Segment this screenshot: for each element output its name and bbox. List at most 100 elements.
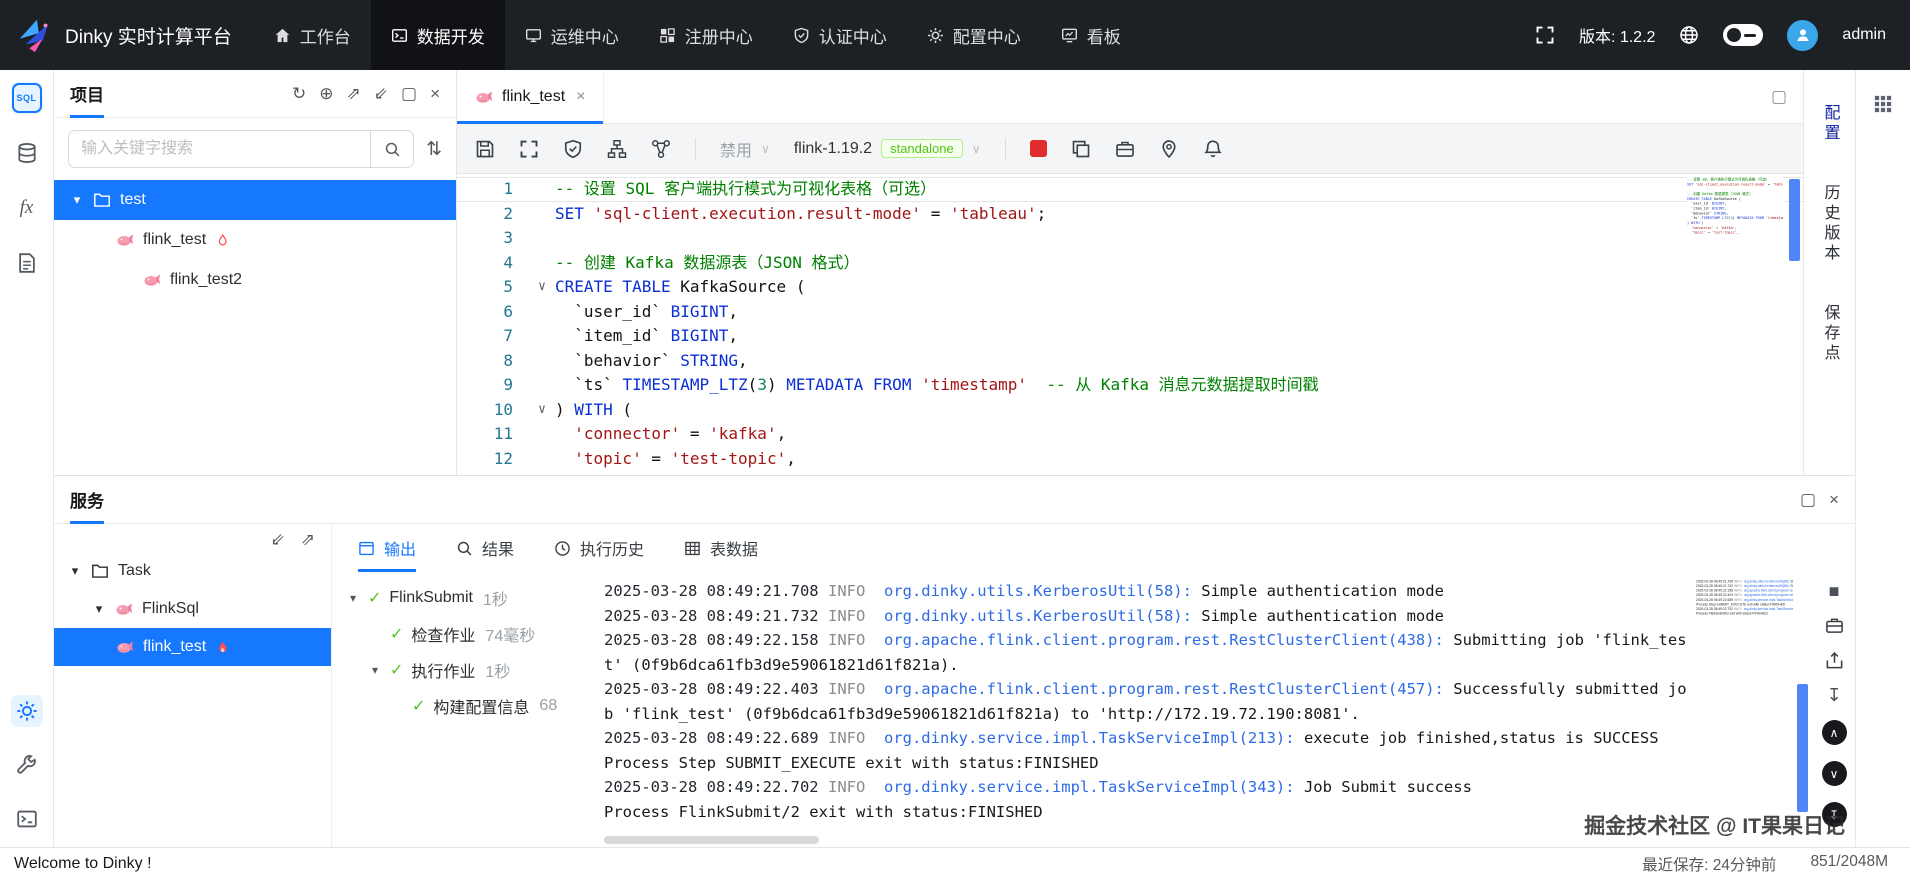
tab-execution-history[interactable]: 执行历史 — [554, 524, 644, 572]
rail-settings-icon[interactable] — [10, 695, 43, 727]
nav-item-data-studio[interactable]: 数据开发 — [370, 0, 505, 70]
step-row[interactable]: ▾ ✓ FlinkSubmit 1秒 — [346, 580, 594, 616]
savepoint-pin-icon[interactable] — [1159, 139, 1179, 159]
fullscreen-icon[interactable] — [1535, 25, 1555, 45]
rail-datasource-icon[interactable] — [11, 137, 43, 169]
fullscreen-editor-icon[interactable] — [519, 139, 539, 159]
caret-down-icon[interactable]: ▾ — [92, 601, 106, 617]
fold-icon[interactable]: ∨ — [529, 275, 555, 300]
tree-item-test-folder[interactable]: ▾ test — [54, 180, 456, 220]
step-row[interactable]: ✓ 构建配置信息 68 — [346, 688, 594, 724]
copy-icon[interactable] — [1071, 139, 1091, 159]
fold-icon[interactable]: ∨ — [529, 398, 555, 423]
tab-output[interactable]: 输出 — [358, 524, 417, 572]
service-tree-item-task[interactable]: ▾ Task — [54, 552, 331, 590]
alert-bell-icon[interactable] — [1203, 139, 1223, 159]
tab-table-data[interactable]: 表数据 — [684, 524, 758, 572]
service-tree-item-flink-test[interactable]: flink_test — [54, 628, 331, 666]
tree-item-flink-test[interactable]: flink_test — [54, 220, 456, 260]
code-line[interactable]: 2 SET 'sql-client.execution.result-mode' … — [457, 202, 1803, 227]
code-line[interactable]: 11 'connector' = 'kafka', — [457, 422, 1803, 447]
log-entry: Process FlinkSubmit/2 exit with status:F… — [604, 802, 1043, 821]
code-line[interactable]: 4 -- 创建 Kafka 数据源表（JSON 格式） — [457, 251, 1803, 276]
search-button[interactable] — [370, 130, 415, 168]
code-line[interactable]: 12 'topic' = 'test-topic', — [457, 447, 1803, 472]
editor-tab-flink-test[interactable]: flink_test × — [457, 70, 605, 124]
scroll-to-top-icon[interactable]: ∧ — [1821, 720, 1847, 745]
tree-item-flink-test2[interactable]: flink_test2 — [54, 260, 456, 300]
maximize-icon[interactable]: ▢ — [401, 85, 417, 102]
step-row[interactable]: ✓ 检查作业 74毫秒 — [346, 616, 594, 652]
tab-history-versions[interactable]: 历史版本 — [1818, 184, 1842, 264]
download-log-icon[interactable]: ↧ — [1826, 686, 1841, 704]
rail-terminal-icon[interactable] — [11, 803, 43, 835]
code-line[interactable]: 6 `user_id` BIGINT, — [457, 300, 1803, 325]
lineage-icon[interactable] — [607, 139, 627, 159]
rail-catalog-icon[interactable] — [11, 247, 43, 279]
step-label: 检查作业 — [411, 628, 476, 645]
expand-all-icon[interactable]: ⇗ — [347, 85, 361, 102]
nav-item-devops[interactable]: 运维中心 — [505, 0, 639, 70]
code-line[interactable]: 3 — [457, 226, 1803, 251]
code-line[interactable]: 1 -- 设置 SQL 客户端执行模式为可视化表格（可选） — [457, 177, 1803, 202]
caret-down-icon[interactable]: ▾ — [70, 192, 84, 208]
service-tree-item-flinksql[interactable]: ▾ FlinkSql — [54, 590, 331, 628]
caret-icon[interactable]: ▾ — [368, 663, 382, 677]
tab-close-icon[interactable]: × — [576, 88, 585, 106]
validate-icon[interactable] — [563, 139, 583, 159]
panel-layout-icon[interactable]: ▢ — [1771, 87, 1803, 107]
layout-grid-icon[interactable] — [1873, 94, 1893, 114]
globe-icon[interactable] — [1679, 25, 1699, 45]
maximize-icon[interactable]: ▢ — [1800, 491, 1816, 508]
rail-project-icon[interactable]: SQL — [10, 82, 43, 114]
add-icon[interactable]: ⊕ — [319, 85, 333, 102]
dag-icon[interactable] — [651, 139, 671, 159]
export-log-icon[interactable] — [1825, 651, 1844, 670]
log-scrollbar-thumb[interactable] — [1797, 684, 1808, 812]
code-line[interactable]: 9 `ts` TIMESTAMP_LTZ(3) METADATA FROM 't… — [457, 373, 1803, 398]
code-line[interactable]: 7 `item_id` BIGINT, — [457, 324, 1803, 349]
sort-icon[interactable]: ⇅ — [426, 138, 442, 161]
log-horizontal-scrollbar[interactable] — [604, 836, 819, 844]
code-editor[interactable]: 1 -- 设置 SQL 客户端执行模式为可视化表格（可选） 2 SET 'sql-cl… — [457, 174, 1803, 475]
scroll-to-bottom-icon[interactable]: ∨ — [1821, 761, 1847, 786]
rail-function-icon[interactable]: fx — [11, 192, 43, 224]
log-output[interactable]: 2025-03-28 08:49:21.708 INFO org.dinky.u… — [594, 572, 1696, 847]
step-row[interactable]: ▾ ✓ 执行作业 1秒 — [346, 652, 594, 688]
brand[interactable]: Dinky 实时计算平台 — [16, 16, 232, 54]
code-line[interactable]: 10 ∨) WITH ( — [457, 398, 1803, 423]
avatar[interactable] — [1787, 19, 1819, 51]
stop-output-icon[interactable]: ■ — [1829, 582, 1840, 600]
expand-tree-icon[interactable]: ⇗ — [301, 530, 315, 550]
refresh-icon[interactable]: ↻ — [292, 85, 306, 102]
theme-toggle[interactable] — [1723, 24, 1764, 46]
nav-item-dashboard[interactable]: 看板 — [1041, 0, 1141, 70]
tab-result[interactable]: 结果 — [456, 524, 514, 572]
nav-item-config-center[interactable]: 配置中心 — [907, 0, 1041, 70]
tab-savepoints[interactable]: 保存点 — [1818, 304, 1842, 364]
stop-job-button[interactable] — [1029, 140, 1047, 157]
collapse-all-icon[interactable]: ⇙ — [374, 85, 388, 102]
save-icon[interactable] — [475, 139, 495, 159]
job-briefcase-icon[interactable] — [1825, 616, 1844, 635]
job-briefcase-icon[interactable] — [1115, 139, 1135, 159]
tab-config[interactable]: 配置 — [1818, 104, 1842, 144]
close-panel-icon[interactable]: × — [430, 85, 440, 102]
caret-icon[interactable]: ▾ — [346, 591, 360, 605]
code-line[interactable]: 8 `behavior` STRING, — [457, 349, 1803, 374]
log-scrollbar[interactable] — [1793, 572, 1813, 847]
mode-select[interactable]: 禁用 ∨ — [720, 137, 770, 161]
nav-item-workbench[interactable]: 工作台 — [254, 0, 371, 70]
cluster-select[interactable]: flink-1.19.2 standalone ∨ — [794, 139, 981, 158]
caret-down-icon[interactable]: ▾ — [68, 563, 82, 579]
nav-item-registry[interactable]: 注册中心 — [639, 0, 773, 70]
log-minimap[interactable]: 2025-03-28 08:49:21.708 INFO org.dinky.u… — [1696, 572, 1793, 847]
close-panel-icon[interactable]: × — [1829, 491, 1839, 508]
rail-tools-icon[interactable] — [11, 749, 43, 781]
editor-scrollbar[interactable] — [1785, 177, 1803, 475]
nav-item-auth-center[interactable]: 认证中心 — [773, 0, 907, 70]
collapse-tree-icon[interactable]: ⇙ — [271, 530, 285, 550]
code-line[interactable]: 5 ∨ CREATE TABLE KafkaSource ( — [457, 275, 1803, 300]
search-input[interactable] — [68, 130, 371, 168]
editor-scrollbar-thumb[interactable] — [1789, 179, 1800, 261]
